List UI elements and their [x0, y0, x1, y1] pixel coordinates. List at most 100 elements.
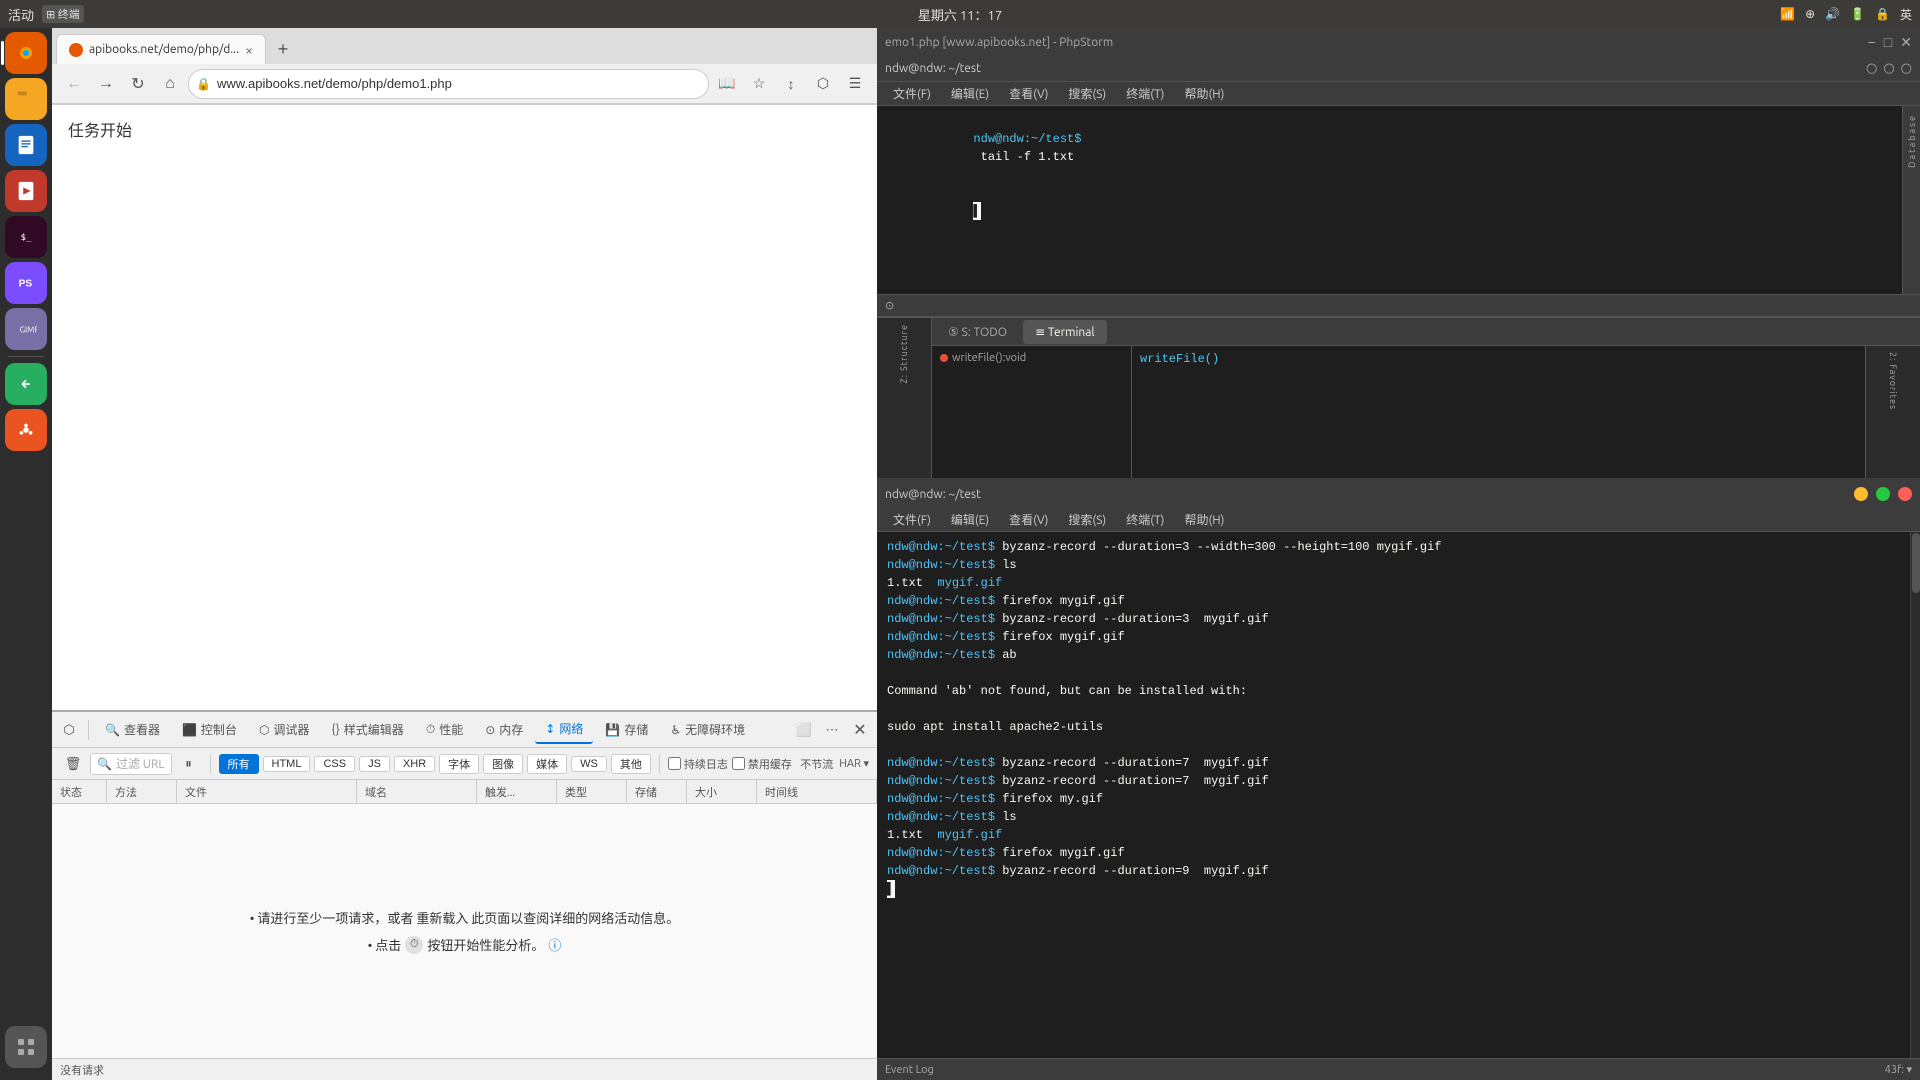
devtools-tab-network[interactable]: ↕ 网络: [535, 716, 593, 744]
dock-item-impress[interactable]: [5, 170, 47, 212]
database-sidebar-label[interactable]: Database: [1907, 114, 1917, 168]
dock-item-terminal[interactable]: $_: [5, 216, 47, 258]
terminal-menu-terminal[interactable]: 终端(T): [1118, 510, 1172, 530]
devtools-more-button[interactable]: ⋯: [819, 717, 845, 743]
terminal-scrollbar[interactable]: [1910, 532, 1920, 1058]
devtools-close-button[interactable]: ✕: [847, 717, 873, 743]
devtools-hint-1: • 请进行至少一项请求，或者 重新载入 此页面以查阅详细的网络活动信息。: [250, 908, 680, 927]
language-selector[interactable]: 英: [1900, 6, 1912, 23]
new-tab-button[interactable]: +: [268, 34, 298, 64]
menu-edit[interactable]: 编辑(E): [943, 84, 997, 104]
forward-button[interactable]: →: [92, 70, 120, 98]
filter-xhr-button[interactable]: XHR: [394, 756, 435, 772]
col-header-trigger[interactable]: 触发...: [477, 780, 557, 803]
menu-view[interactable]: 查看(V): [1001, 84, 1056, 104]
dock-item-firefox[interactable]: [5, 32, 47, 74]
svg-text:$_: $_: [21, 232, 33, 243]
filter-media-button[interactable]: 媒体: [527, 754, 567, 774]
menu-search[interactable]: 搜索(S): [1060, 84, 1114, 104]
home-button[interactable]: ⌂: [156, 70, 184, 98]
dock-item-writer[interactable]: [5, 124, 47, 166]
tab-close-button[interactable]: ×: [245, 42, 253, 58]
tline-13: ndw@ndw:~/test$ byzanz-record --duration…: [887, 754, 1900, 772]
phpstorm-window-controls: − □ ✕: [1868, 34, 1912, 51]
menu-file[interactable]: 文件(F): [885, 84, 939, 104]
scrollbar-thumb[interactable]: [1912, 533, 1920, 593]
dock-item-back[interactable]: [5, 363, 47, 405]
devtools-fullscreen-button[interactable]: ⬜: [791, 717, 817, 743]
filter-js-button[interactable]: JS: [359, 756, 390, 772]
filter-other-button[interactable]: 其他: [611, 754, 651, 774]
terminal-menu-edit[interactable]: 编辑(E): [943, 510, 997, 530]
dock-item-ubuntu[interactable]: [5, 409, 47, 451]
tline-7: ndw@ndw:~/test$ ab: [887, 646, 1900, 664]
menu-terminal[interactable]: 终端(T): [1118, 84, 1172, 104]
devtools-tab-inspector[interactable]: 🔍 查看器: [95, 716, 170, 744]
devtools-tab-storage[interactable]: 💾 存储: [595, 716, 658, 744]
col-header-size[interactable]: 大小: [687, 780, 757, 803]
disable-cache-checkbox[interactable]: 禁用缓存: [732, 756, 792, 772]
address-bar[interactable]: [188, 69, 709, 99]
phpstorm-minimize-button[interactable]: −: [1868, 34, 1876, 50]
menu-button[interactable]: ☰: [841, 70, 869, 98]
dock-item-gimp[interactable]: GIMP: [5, 308, 47, 350]
filter-css-button[interactable]: CSS: [314, 756, 355, 772]
pause-recording-button[interactable]: ⏸: [176, 751, 202, 777]
devtools-tab-accessibility[interactable]: ♿ 无障碍环境: [660, 716, 755, 744]
col-header-type[interactable]: 类型: [557, 780, 627, 803]
throttle-selector[interactable]: 不节流: [800, 756, 833, 772]
container-button[interactable]: ⬡: [809, 70, 837, 98]
phpstorm-close-button[interactable]: ✕: [1900, 34, 1912, 51]
terminal-minimize-button[interactable]: −: [1854, 487, 1868, 501]
devtools-tab-debugger[interactable]: ⬡ 调试器: [249, 716, 320, 744]
devtools-tab-performance[interactable]: ⏱ 性能: [416, 716, 473, 744]
terminal-menu-search[interactable]: 搜索(S): [1060, 510, 1114, 530]
filter-image-button[interactable]: 图像: [483, 754, 523, 774]
terminal-taskbar-icon[interactable]: ⊞ 终端: [42, 5, 84, 23]
terminal-close-button[interactable]: ✕: [1898, 487, 1912, 501]
col-header-status[interactable]: 状态: [52, 780, 107, 803]
devtools-inspect-button[interactable]: ⬡: [56, 717, 82, 743]
col-header-domain[interactable]: 域名: [357, 780, 477, 803]
browser-tab-active[interactable]: apibooks.net/demo/php/d... ×: [56, 34, 266, 64]
structure-item-writefile[interactable]: writeFile():void: [936, 350, 1127, 366]
dock-apps-button[interactable]: [5, 1026, 47, 1068]
persist-log-input[interactable]: [668, 757, 681, 770]
devtools-tab-style-editor[interactable]: {} 样式编辑器: [321, 716, 413, 744]
dock-item-files[interactable]: [5, 78, 47, 120]
disable-cache-input[interactable]: [732, 757, 745, 770]
col-header-file[interactable]: 文件: [177, 780, 357, 803]
reader-mode-button[interactable]: 📖: [713, 70, 741, 98]
col-header-method[interactable]: 方法: [107, 780, 177, 803]
terminal-menu-help[interactable]: 帮助(H): [1176, 510, 1232, 530]
phpstorm-resize-2[interactable]: ○: [1883, 61, 1894, 76]
devtools-tab-memory[interactable]: ⊙ 内存: [475, 716, 533, 744]
col-header-storage[interactable]: 存储: [627, 780, 687, 803]
back-button[interactable]: ←: [60, 70, 88, 98]
persist-log-checkbox[interactable]: 持续日志: [668, 756, 728, 772]
reload-button[interactable]: ↻: [124, 70, 152, 98]
menu-help[interactable]: 帮助(H): [1176, 84, 1232, 104]
devtools-tab-console[interactable]: ⬛ 控制台: [172, 716, 247, 744]
todo-tab[interactable]: ⑤ S: TODO: [936, 320, 1019, 344]
terminal-maximize-button[interactable]: □: [1876, 487, 1890, 501]
terminal-menu-view[interactable]: 查看(V): [1001, 510, 1056, 530]
bookmark-button[interactable]: ☆: [745, 70, 773, 98]
phpstorm-restore-button[interactable]: □: [1884, 34, 1892, 50]
dock-item-phpstorm[interactable]: PS: [5, 262, 47, 304]
phpstorm-resize-1[interactable]: ○: [1866, 61, 1877, 76]
terminal-menu-file[interactable]: 文件(F): [885, 510, 939, 530]
filter-font-button[interactable]: 字体: [439, 754, 479, 774]
filter-all-button[interactable]: 所有: [219, 754, 259, 774]
terminal-tab[interactable]: ≡ Terminal: [1023, 320, 1107, 344]
filter-ws-button[interactable]: WS: [571, 756, 607, 772]
col-header-timeline[interactable]: 时间线: [757, 780, 877, 803]
filter-html-button[interactable]: HTML: [263, 756, 311, 772]
activities-button[interactable]: 活动: [8, 5, 34, 24]
url-filter[interactable]: 🔍 过滤 URL: [90, 753, 172, 775]
sync-button[interactable]: ↕: [777, 70, 805, 98]
clear-requests-button[interactable]: 🗑: [60, 751, 86, 777]
terminal-cursor: ▌: [973, 202, 981, 220]
phpstorm-resize-3[interactable]: ○: [1901, 61, 1912, 76]
har-button[interactable]: HAR ▾: [839, 757, 869, 770]
